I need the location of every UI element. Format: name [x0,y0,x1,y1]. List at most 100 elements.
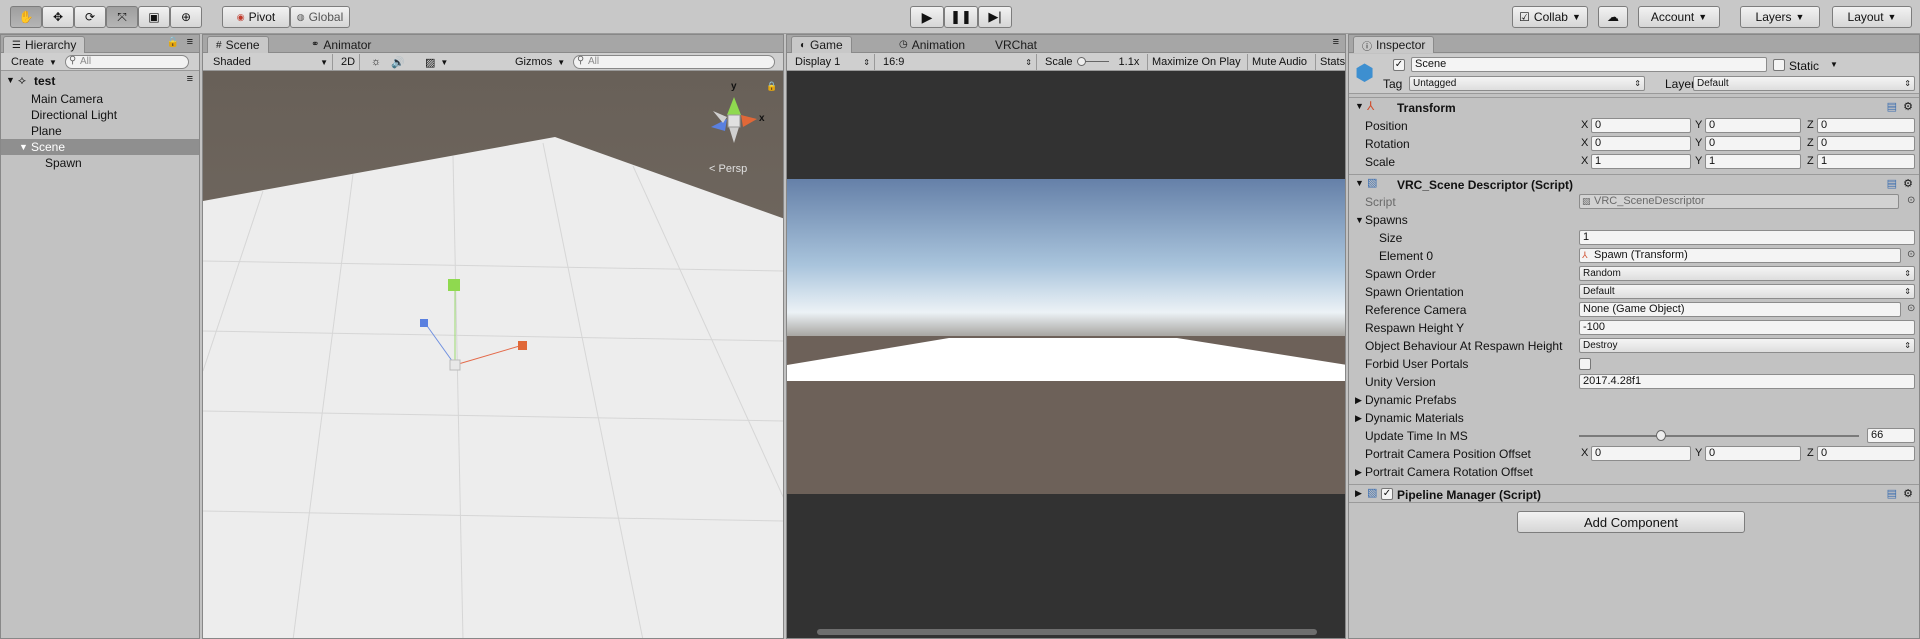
rotation-z-field[interactable]: 0 [1817,136,1915,151]
panel-menu-icon[interactable]: ≡ [1333,36,1339,48]
scene-menu-icon[interactable]: ≡ [187,73,193,85]
scale-tool-button[interactable]: ⤧ [106,6,138,28]
scale-y-field[interactable]: 1 [1705,154,1801,169]
expand-arrow-icon[interactable]: ▶ [1355,395,1362,406]
expand-arrow-icon[interactable]: ▶ [1355,488,1362,499]
global-toggle-button[interactable]: ◍ Global [290,6,350,28]
layout-dropdown[interactable]: Layout ▼ [1832,6,1912,28]
layers-dropdown[interactable]: Layers ▼ [1740,6,1820,28]
help-book-icon[interactable]: ▤ [1887,100,1897,113]
scene-search-input[interactable]: All [573,55,775,69]
transform-header[interactable]: ▼ ⅄ Transform ▤ ⚙ [1349,97,1919,116]
create-dropdown[interactable]: Create ▼ [7,54,61,70]
game-viewport[interactable] [787,71,1345,638]
expand-arrow-icon[interactable]: ▼ [6,75,15,85]
portrait-pos-x-field[interactable]: 0 [1591,446,1691,461]
tab-hierarchy[interactable]: ☰ Hierarchy [3,36,86,53]
chevron-down-icon[interactable]: ▼ [1830,60,1838,69]
spawn-order-dropdown[interactable]: Random ⇕ [1579,266,1915,281]
portrait-pos-y-field[interactable]: 0 [1705,446,1801,461]
tab-vrchat[interactable]: VRChat [987,36,1045,53]
tab-game[interactable]: ◐ Game [791,36,852,53]
persp-toggle[interactable]: < Persp [709,163,747,175]
stats-toggle[interactable]: Stats [1315,54,1345,70]
account-dropdown[interactable]: Account ▼ [1638,6,1720,28]
hierarchy-search-input[interactable]: All [65,55,189,69]
scale-slider[interactable]: Scale 1.1x [1041,54,1143,70]
pipeline-header[interactable]: ▶ ▧ ✓ Pipeline Manager (Script) ▤ ⚙ [1349,484,1919,503]
hand-tool-button[interactable]: ✋ [10,6,42,28]
lock-icon[interactable]: 🔒 [167,37,179,48]
update-time-field[interactable]: 66 [1867,428,1915,443]
help-book-icon[interactable]: ▤ [1887,177,1897,190]
position-x-field[interactable]: 0 [1591,118,1691,133]
active-checkbox[interactable]: ✓ [1393,59,1405,71]
transform-tool-button[interactable]: ⊕ [170,6,202,28]
scale-z-field[interactable]: 1 [1817,154,1915,169]
pipeline-enabled-checkbox[interactable]: ✓ [1381,488,1393,500]
rotation-y-field[interactable]: 0 [1705,136,1801,151]
rotation-x-field[interactable]: 0 [1591,136,1691,151]
descriptor-header[interactable]: ▼ ▧ VRC_Scene Descriptor (Script) ▤ ⚙ [1349,174,1919,193]
effects-dropdown[interactable]: ▨ ▼ [421,54,452,70]
spawn-orientation-dropdown[interactable]: Default ⇕ [1579,284,1915,299]
object-picker-icon[interactable]: ⊙ [1907,249,1915,260]
update-time-slider-thumb[interactable] [1656,430,1666,441]
move-tool-button[interactable]: ✥ [42,6,74,28]
aspect-dropdown[interactable]: 16:9 ⇕ [879,54,1037,70]
collab-dropdown[interactable]: ☑ Collab ▼ [1512,6,1588,28]
hierarchy-item-spawn[interactable]: Spawn [1,155,199,171]
add-component-button[interactable]: Add Component [1517,511,1745,533]
layer-dropdown[interactable]: Default ⇕ [1693,76,1915,91]
object-behaviour-dropdown[interactable]: Destroy ⇕ [1579,338,1915,353]
step-button[interactable]: ▶| [978,6,1012,28]
tab-scene[interactable]: # Scene [207,36,269,53]
gear-icon[interactable]: ⚙ [1903,487,1913,500]
tab-animator[interactable]: ⚭ Animator [303,36,379,53]
tab-animation[interactable]: ◷ Animation [891,36,973,53]
portrait-pos-z-field[interactable]: 0 [1817,446,1915,461]
reference-camera-field[interactable]: None (Game Object) [1579,302,1901,317]
object-name-field[interactable]: Scene [1411,57,1767,72]
rect-tool-button[interactable]: ▣ [138,6,170,28]
scale-thumb[interactable] [1077,57,1086,66]
collapse-arrow-icon[interactable]: ▼ [1355,101,1364,111]
pivot-toggle-button[interactable]: ◉ Pivot [222,6,290,28]
maximize-on-play-toggle[interactable]: Maximize On Play [1147,54,1245,70]
respawn-height-field[interactable]: -100 [1579,320,1915,335]
forbid-portals-checkbox[interactable] [1579,358,1591,370]
dynamic-materials-row[interactable]: ▶ Dynamic Materials [1349,409,1919,427]
hierarchy-item-scene[interactable]: ▼ Scene [1,139,199,155]
expand-arrow-icon[interactable]: ▼ [19,142,28,152]
gear-icon[interactable]: ⚙ [1903,100,1913,113]
hierarchy-item-plane[interactable]: Plane [1,123,199,139]
size-field[interactable]: 1 [1579,230,1915,245]
display-dropdown[interactable]: Display 1 ⇕ [791,54,875,70]
cloud-button[interactable]: ☁ [1598,6,1628,28]
scene-viewport[interactable]: y x 🔒 < Persp [203,71,783,638]
static-checkbox[interactable] [1773,59,1785,71]
hierarchy-item-directional-light[interactable]: Directional Light [1,107,199,123]
expand-arrow-icon[interactable]: ▶ [1355,467,1362,478]
audio-toggle-button[interactable]: 🔊 [387,54,409,70]
tag-dropdown[interactable]: Untagged ⇕ [1409,76,1645,91]
shading-dropdown[interactable]: Shaded ▼ [209,54,333,70]
position-y-field[interactable]: 0 [1705,118,1801,133]
hierarchy-scene-row[interactable]: ▼ ⟡ test ≡ [1,72,199,90]
lighting-toggle-button[interactable]: ☼ [367,54,385,70]
gear-icon[interactable]: ⚙ [1903,177,1913,190]
lock-icon[interactable]: 🔒 [766,81,777,92]
pause-button[interactable]: ❚❚ [944,6,978,28]
tab-inspector[interactable]: ⓘ Inspector [1353,36,1435,53]
element0-field[interactable]: ⅄ Spawn (Transform) [1579,248,1901,263]
expand-arrow-icon[interactable]: ▶ [1355,413,1362,424]
collapse-arrow-icon[interactable]: ▼ [1355,215,1364,225]
object-picker-icon[interactable]: ⊙ [1907,303,1915,314]
panel-menu-icon[interactable]: ≡ [187,36,193,48]
collapse-arrow-icon[interactable]: ▼ [1355,178,1364,188]
dynamic-prefabs-row[interactable]: ▶ Dynamic Prefabs [1349,391,1919,409]
play-button[interactable]: ▶ [910,6,944,28]
scale-x-field[interactable]: 1 [1591,154,1691,169]
hierarchy-item-main-camera[interactable]: Main Camera [1,91,199,107]
gizmos-dropdown[interactable]: Gizmos ▼ [511,54,569,70]
